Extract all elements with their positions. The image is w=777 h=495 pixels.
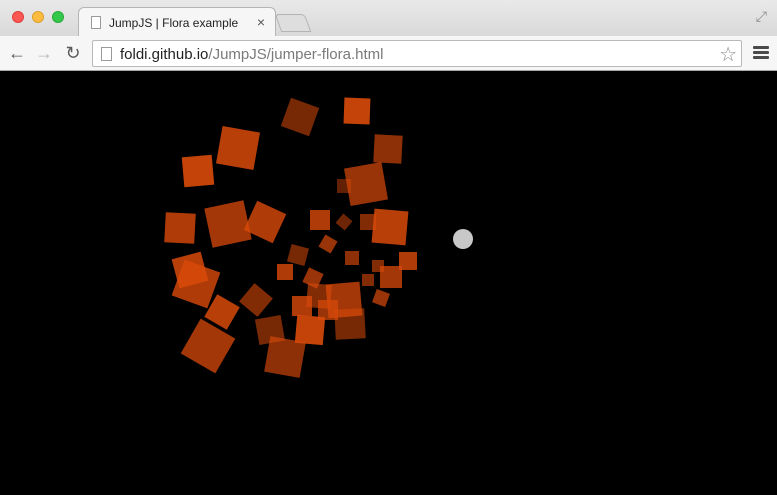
flora-square [360, 214, 376, 230]
window-close-button[interactable] [12, 11, 24, 23]
flora-square [286, 243, 310, 267]
flora-square [343, 97, 371, 125]
forward-button[interactable]: → [33, 42, 55, 64]
flora-square [345, 251, 359, 265]
flora-square [373, 134, 403, 164]
reload-button[interactable]: ↻ [62, 42, 84, 64]
bookmark-star-icon[interactable]: ☆ [719, 42, 737, 67]
window-titlebar: JumpJS | Flora example × ⤢ [0, 0, 777, 37]
tab-active[interactable]: JumpJS | Flora example × [78, 7, 276, 37]
flora-square [280, 97, 320, 137]
new-tab-button[interactable] [274, 14, 312, 32]
flora-square [204, 200, 252, 248]
browser-toolbar: ← → ↻ foldi.github.io/JumpJS/jumper-flor… [0, 36, 777, 71]
flora-square [380, 266, 402, 288]
back-button[interactable]: ← [6, 42, 28, 64]
page-canvas[interactable] [0, 72, 777, 495]
address-bar[interactable]: foldi.github.io/JumpJS/jumper-flora.html… [92, 40, 742, 67]
flora-square [372, 289, 390, 307]
url-host: foldi.github.io [120, 46, 209, 63]
page-icon [101, 47, 112, 61]
flora-square [337, 179, 351, 193]
tab-title: JumpJS | Flora example [109, 16, 239, 30]
flora-square [310, 210, 330, 230]
window-maximize-button[interactable] [52, 11, 64, 23]
flora-square [277, 264, 293, 280]
flora-square [371, 208, 409, 246]
flora-square [181, 154, 215, 188]
browser-menu-icon[interactable] [753, 46, 769, 60]
fullscreen-icon[interactable]: ⤢ [756, 8, 767, 25]
flora-square [239, 283, 273, 317]
flora-square [335, 213, 353, 231]
tab-close-icon[interactable]: × [257, 14, 265, 30]
flora-square [318, 234, 338, 254]
window-minimize-button[interactable] [32, 11, 44, 23]
page-favicon-icon [91, 16, 101, 29]
flora-square [294, 314, 326, 346]
url-text[interactable]: foldi.github.io/JumpJS/jumper-flora.html [120, 46, 383, 63]
flora-square [334, 308, 366, 340]
url-path: /JumpJS/jumper-flora.html [208, 46, 384, 63]
flora-square [362, 274, 374, 286]
flora-square [164, 212, 196, 244]
flora-square [264, 336, 306, 378]
flora-scene [164, 97, 473, 378]
flora-square [215, 125, 261, 171]
jumper-orb [453, 229, 473, 249]
